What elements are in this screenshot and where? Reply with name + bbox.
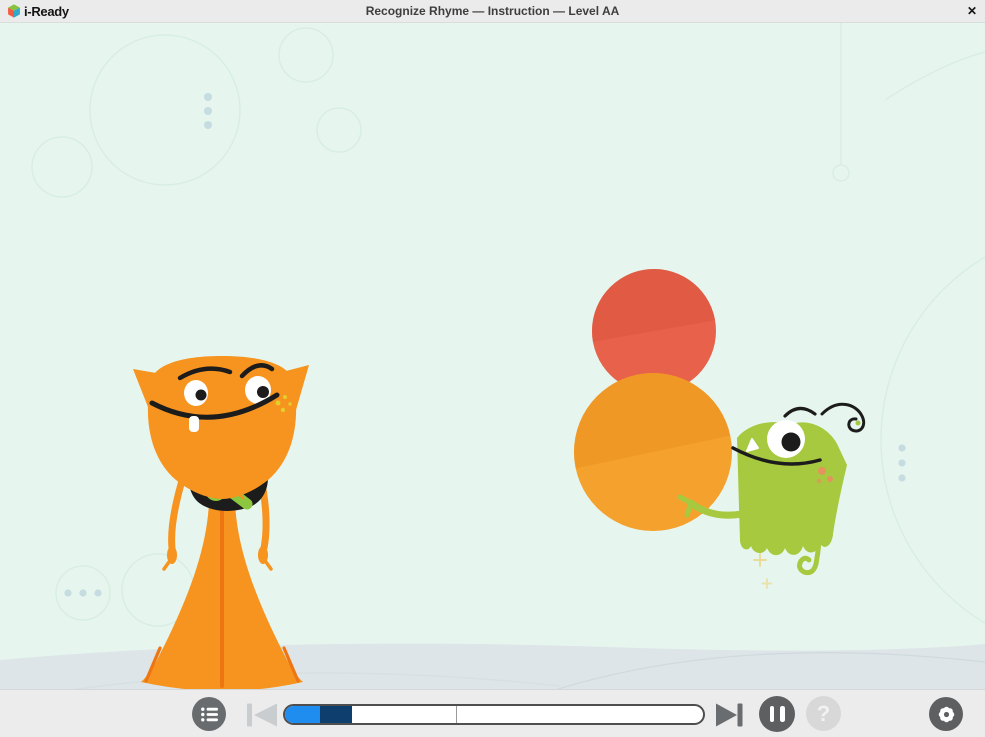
question-mark-icon: ? xyxy=(817,701,830,727)
orange-alien-character xyxy=(133,356,309,690)
help-button: ? xyxy=(806,696,841,731)
titlebar: i-Ready Recognize Rhyme — Instruction — … xyxy=(0,0,985,23)
sparkles xyxy=(754,554,772,588)
pause-icon xyxy=(770,706,775,722)
gear-icon xyxy=(937,705,956,724)
progress-completed-segment xyxy=(285,706,320,723)
progress-section-marker xyxy=(456,706,458,723)
menu-button[interactable] xyxy=(192,697,226,731)
lesson-stage xyxy=(0,22,985,690)
tooth xyxy=(189,416,199,432)
skip-forward-icon[interactable] xyxy=(716,703,744,727)
iready-lesson-window: i-Ready Recognize Rhyme — Instruction — … xyxy=(0,0,985,737)
pause-button[interactable] xyxy=(759,696,795,732)
progress-bar xyxy=(283,704,705,725)
close-icon[interactable]: ✕ xyxy=(967,0,977,22)
skip-back-icon xyxy=(246,703,278,727)
progress-current-segment xyxy=(320,706,353,723)
player-controls: ? xyxy=(0,689,985,737)
settings-button[interactable] xyxy=(929,697,963,731)
list-icon xyxy=(201,707,218,722)
orange-circle xyxy=(574,373,732,531)
stage-artwork xyxy=(0,22,985,690)
lesson-title: Recognize Rhyme — Instruction — Level AA xyxy=(0,0,985,22)
